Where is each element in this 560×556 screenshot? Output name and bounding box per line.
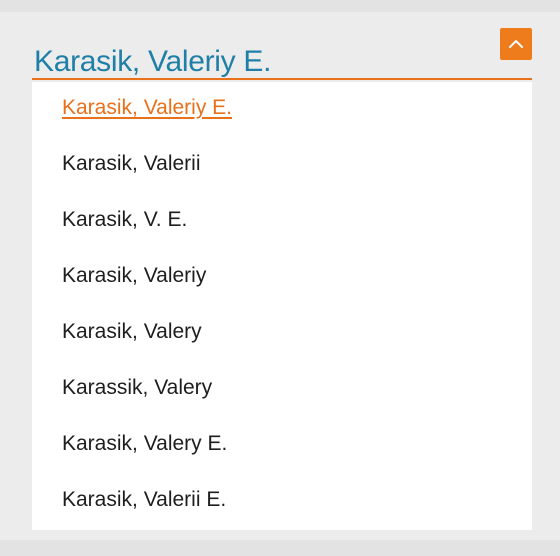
page-background: Karasik, Valeriy E. Karasik, Valeriy E. … [0, 0, 560, 556]
author-name-combobox[interactable]: Karasik, Valeriy E. [32, 24, 532, 80]
name-options-listbox[interactable]: Karasik, Valeriy E. Karasik, Valerii Kar… [32, 82, 532, 530]
chevron-up-icon [509, 40, 523, 48]
background-panel [0, 0, 560, 12]
combobox-selected-value[interactable]: Karasik, Valeriy E. [34, 44, 271, 80]
option-item[interactable]: Karasik, V. E. [62, 206, 187, 234]
combobox-underline [32, 78, 532, 80]
dropdown-toggle-button[interactable] [500, 28, 532, 60]
option-item[interactable]: Karasik, Valerii [62, 150, 201, 178]
option-item[interactable]: Karasik, Valery E. [62, 430, 227, 458]
option-item-selected[interactable]: Karasik, Valeriy E. [62, 94, 232, 122]
option-item[interactable]: Karasik, Valerii E. [62, 486, 226, 514]
option-item[interactable]: Karassik, Valery [62, 374, 212, 402]
option-item[interactable]: Karasik, Valery [62, 318, 202, 346]
option-item[interactable]: Karasik, Valeriy [62, 262, 206, 290]
background-panel [0, 540, 560, 556]
